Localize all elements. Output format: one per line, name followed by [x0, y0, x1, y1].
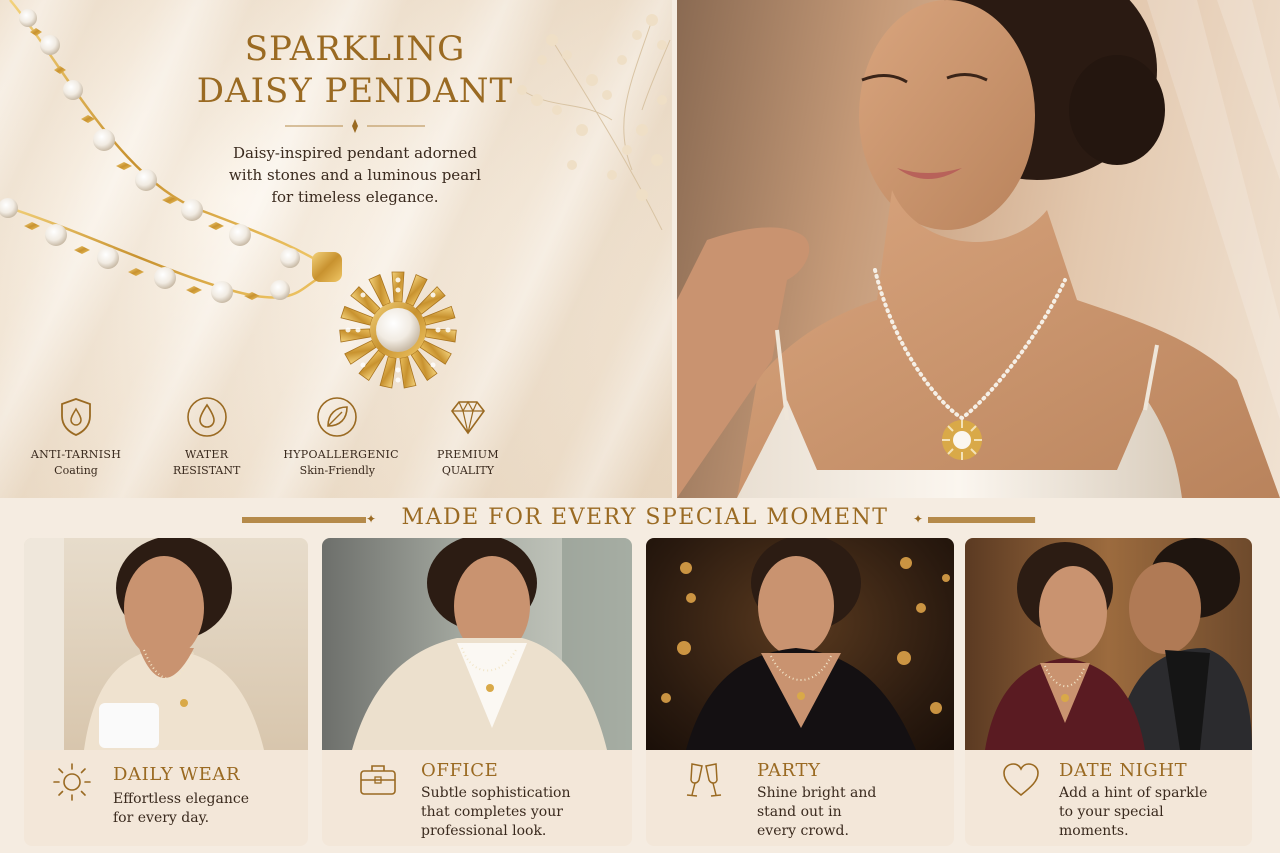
feature-premium-quality: PREMIUM QUALITY [414, 395, 522, 490]
product-title-line-2: DAISY PENDANT [196, 71, 514, 111]
office-desc-line-2: that completes your [421, 804, 563, 820]
daily-wear-desc-line-1: Effortless elegance [113, 791, 249, 807]
office-description: Subtle sophistication that completes you… [421, 784, 621, 841]
date-night-description: Add a hint of sparkle to your special mo… [1059, 784, 1249, 841]
occasion-card-office: OFFICE Subtle sophistication that comple… [322, 538, 632, 846]
champagne-icon [686, 763, 722, 797]
office-title: OFFICE [421, 760, 499, 781]
feature-premium-quality-sub: QUALITY [441, 464, 495, 477]
party-photo [646, 538, 954, 750]
party-desc-line-1: Shine bright and [757, 785, 877, 801]
shield-drop-icon [61, 398, 91, 436]
briefcase-icon [360, 765, 396, 795]
feature-list: ANTI-TARNISH Coating WATER RESISTANT HYP… [22, 395, 522, 490]
office-desc-line-1: Subtle sophistication [421, 785, 571, 801]
feature-hypoallergenic-sub: Skin-Friendly [299, 464, 375, 477]
heart-icon [1003, 763, 1039, 797]
model-portrait-illustration [677, 0, 1280, 498]
product-description: Daisy-inspired pendant adorned with ston… [205, 142, 505, 208]
product-title: SPARKLING DAISY PENDANT [160, 28, 550, 112]
occasion-card-party: PARTY Shine bright and stand out in ever… [646, 538, 954, 846]
occasion-card-date-night: DATE NIGHT Add a hint of sparkle to your… [965, 538, 1252, 846]
date-night-title: DATE NIGHT [1059, 760, 1188, 781]
feature-hypoallergenic-title: HYPOALLERGENIC [283, 448, 399, 461]
daily-wear-description: Effortless elegance for every day. [113, 790, 303, 828]
daily-wear-desc-line-2: for every day. [113, 810, 210, 826]
date-night-desc-line-1: Add a hint of sparkle [1059, 785, 1208, 801]
diamond-icon [450, 400, 485, 435]
party-title: PARTY [757, 760, 821, 781]
title-divider-ornament [285, 119, 425, 133]
daily-wear-photo [24, 538, 308, 750]
feature-water-resistant: WATER RESISTANT [153, 395, 261, 490]
feature-water-resistant-sub: RESISTANT [172, 464, 241, 477]
model-wearing-pendant-photo [677, 0, 1280, 498]
section-divider-right-star: ✦ [913, 512, 924, 526]
date-night-photo [965, 538, 1252, 750]
sun-icon [53, 763, 91, 801]
occasion-card-daily-wear: DAILY WEAR Effortless elegance for every… [24, 538, 308, 846]
date-night-desc-line-2: to your special [1059, 804, 1164, 820]
office-desc-line-3: professional look. [421, 823, 547, 839]
product-hero-panel: SPARKLING DAISY PENDANT Daisy-inspired p… [0, 0, 672, 498]
product-title-line-1: SPARKLING [244, 29, 466, 69]
water-drop-icon [186, 397, 227, 437]
feature-water-resistant-title: WATER [185, 448, 229, 461]
feature-anti-tarnish-sub: Coating [54, 464, 98, 477]
party-desc-line-2: stand out in [757, 804, 842, 820]
product-description-line-3: for timeless elegance. [271, 188, 439, 206]
feature-hypoallergenic: HYPOALLERGENIC Skin-Friendly [283, 395, 399, 490]
office-photo [322, 538, 632, 750]
product-description-line-2: with stones and a luminous pearl [228, 166, 482, 184]
feature-anti-tarnish: ANTI-TARNISH Coating [22, 395, 130, 490]
date-night-desc-line-3: moments. [1059, 823, 1129, 839]
daily-wear-title: DAILY WEAR [113, 764, 241, 785]
section-title: MADE FOR EVERY SPECIAL MOMENT [401, 505, 889, 530]
section-divider-right [928, 517, 1036, 523]
feature-premium-quality-title: PREMIUM [436, 448, 499, 461]
feature-anti-tarnish-title: ANTI-TARNISH [30, 448, 122, 461]
leaf-icon [317, 397, 358, 437]
party-desc-line-3: every crowd. [757, 823, 849, 839]
party-description: Shine bright and stand out in every crow… [757, 784, 947, 841]
product-description-line-1: Daisy-inspired pendant adorned [232, 144, 477, 162]
